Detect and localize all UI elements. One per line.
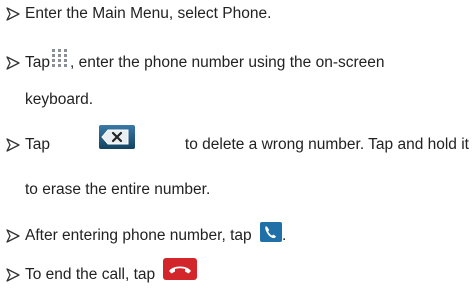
item-text-continued: .: [281, 227, 287, 244]
item-text: keyboard.: [25, 91, 94, 108]
item-text-continued: , enter the phone number using the on-sc…: [70, 54, 385, 71]
end-call-icon: [163, 257, 198, 280]
bullet-arrow-icon: [6, 229, 20, 243]
item-text: To end the call, tap: [25, 266, 156, 283]
item-text: Enter the Main Menu, select Phone.: [25, 5, 272, 22]
bullet-arrow-icon: [6, 56, 20, 70]
instruction-list: Enter the Main Menu, select Phone. Tap ,…: [0, 0, 473, 288]
bullet-arrow-icon: [6, 7, 20, 21]
call-handset-icon: [259, 221, 282, 242]
item-text: Tap: [25, 54, 50, 71]
item-text: Tap: [25, 136, 50, 153]
bullet-arrow-icon: [6, 138, 20, 152]
dialpad-icon: [52, 49, 67, 67]
backspace-delete-icon: [99, 125, 136, 149]
item-text: to erase the entire number.: [25, 181, 211, 198]
item-text: After entering phone number, tap: [25, 227, 252, 244]
item-text-continued: to delete a wrong number. Tap and hold i…: [184, 136, 469, 153]
bullet-arrow-icon: [6, 268, 20, 282]
